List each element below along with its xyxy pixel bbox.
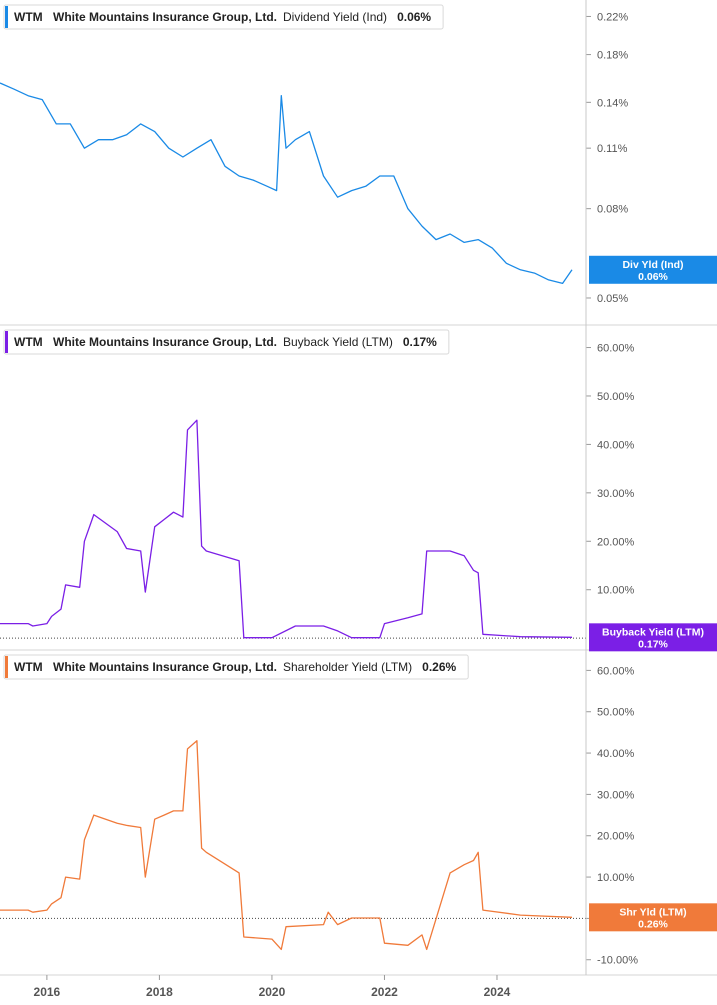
y-tick-label: 40.00% xyxy=(597,439,635,451)
y-tick-label: 20.00% xyxy=(597,831,635,843)
y-tick-label: 60.00% xyxy=(597,343,635,355)
x-tick-label: 2024 xyxy=(484,985,511,999)
legend-metric: Shareholder Yield (LTM) xyxy=(283,660,412,674)
y-tick-label: 10.00% xyxy=(597,872,635,884)
x-tick-label: 2022 xyxy=(371,985,398,999)
legend-color-bar xyxy=(5,331,8,353)
chart-panel-3: 60.00%50.00%40.00%30.00%20.00%10.00%0.00… xyxy=(0,654,717,976)
y-tick-label: 30.00% xyxy=(597,789,635,801)
badge-value: 0.17% xyxy=(638,638,668,650)
legend-current-value: 0.26% xyxy=(422,660,456,674)
y-tick-label: -10.00% xyxy=(597,955,638,967)
series-line xyxy=(0,419,573,639)
y-tick-label: 40.00% xyxy=(597,748,635,760)
legend-current-value: 0.06% xyxy=(397,10,431,24)
legend: WTM White Mountains Insurance Group, Ltd.… xyxy=(3,4,444,30)
chart-panel-1: 0.22% 0.18% 0.14% 0.11% 0.08% 0.05% Div Yld (I… xyxy=(0,4,717,326)
y-tick-label: 20.00% xyxy=(597,536,635,548)
y-tick-label: 0.11% xyxy=(597,143,628,155)
y-tick-label: 50.00% xyxy=(597,707,635,719)
y-tick-label: 0.22% xyxy=(597,11,628,23)
x-axis: 2016 2018 2020 2022 2024 xyxy=(34,975,511,999)
y-tick-label: 0.14% xyxy=(597,97,628,109)
badge-value: 0.26% xyxy=(638,918,668,930)
chart-panel-2: 60.00% 50.00% 40.00% 30.00% 20.00% 10.00% Buyb… xyxy=(0,329,717,652)
y-tick-label: 0.08% xyxy=(597,204,628,216)
y-tick-label: 0.18% xyxy=(597,50,628,62)
legend-color-bar xyxy=(5,6,8,28)
legend-metric: Dividend Yield (Ind) xyxy=(283,10,387,24)
y-tick-label: 50.00% xyxy=(597,391,635,403)
legend-company: White Mountains Insurance Group, Ltd. xyxy=(53,660,277,674)
chart-canvas: 0.22% 0.18% 0.14% 0.11% 0.08% 0.05% Div Yld (I… xyxy=(0,0,717,999)
series-line xyxy=(0,82,573,285)
legend-color-bar xyxy=(5,656,8,678)
x-tick-label: 2018 xyxy=(146,985,173,999)
legend-company: White Mountains Insurance Group, Ltd. xyxy=(53,10,277,24)
legend-metric: Buyback Yield (LTM) xyxy=(283,335,393,349)
badge-label: Buyback Yield (LTM) xyxy=(602,626,704,638)
badge-value: 0.06% xyxy=(638,271,668,283)
badge-label: Shr Yld (LTM) xyxy=(619,906,686,918)
legend-current-value: 0.17% xyxy=(403,335,437,349)
y-tick-label: 10.00% xyxy=(597,585,635,597)
legend: WTM White Mountains Insurance Group, Ltd.… xyxy=(3,654,469,680)
y-tick-label: 30.00% xyxy=(597,488,635,500)
legend-ticker: WTM xyxy=(14,335,43,349)
badge-label: Div Yld (Ind) xyxy=(622,259,683,271)
legend-ticker: WTM xyxy=(14,660,43,674)
legend-ticker: WTM xyxy=(14,10,43,24)
y-tick-label: 60.00% xyxy=(597,665,635,677)
legend: WTM White Mountains Insurance Group, Ltd.… xyxy=(3,329,450,355)
x-tick-label: 2016 xyxy=(34,985,61,999)
x-tick-label: 2020 xyxy=(259,985,286,999)
y-tick-label: 0.05% xyxy=(597,293,628,305)
legend-company: White Mountains Insurance Group, Ltd. xyxy=(53,335,277,349)
